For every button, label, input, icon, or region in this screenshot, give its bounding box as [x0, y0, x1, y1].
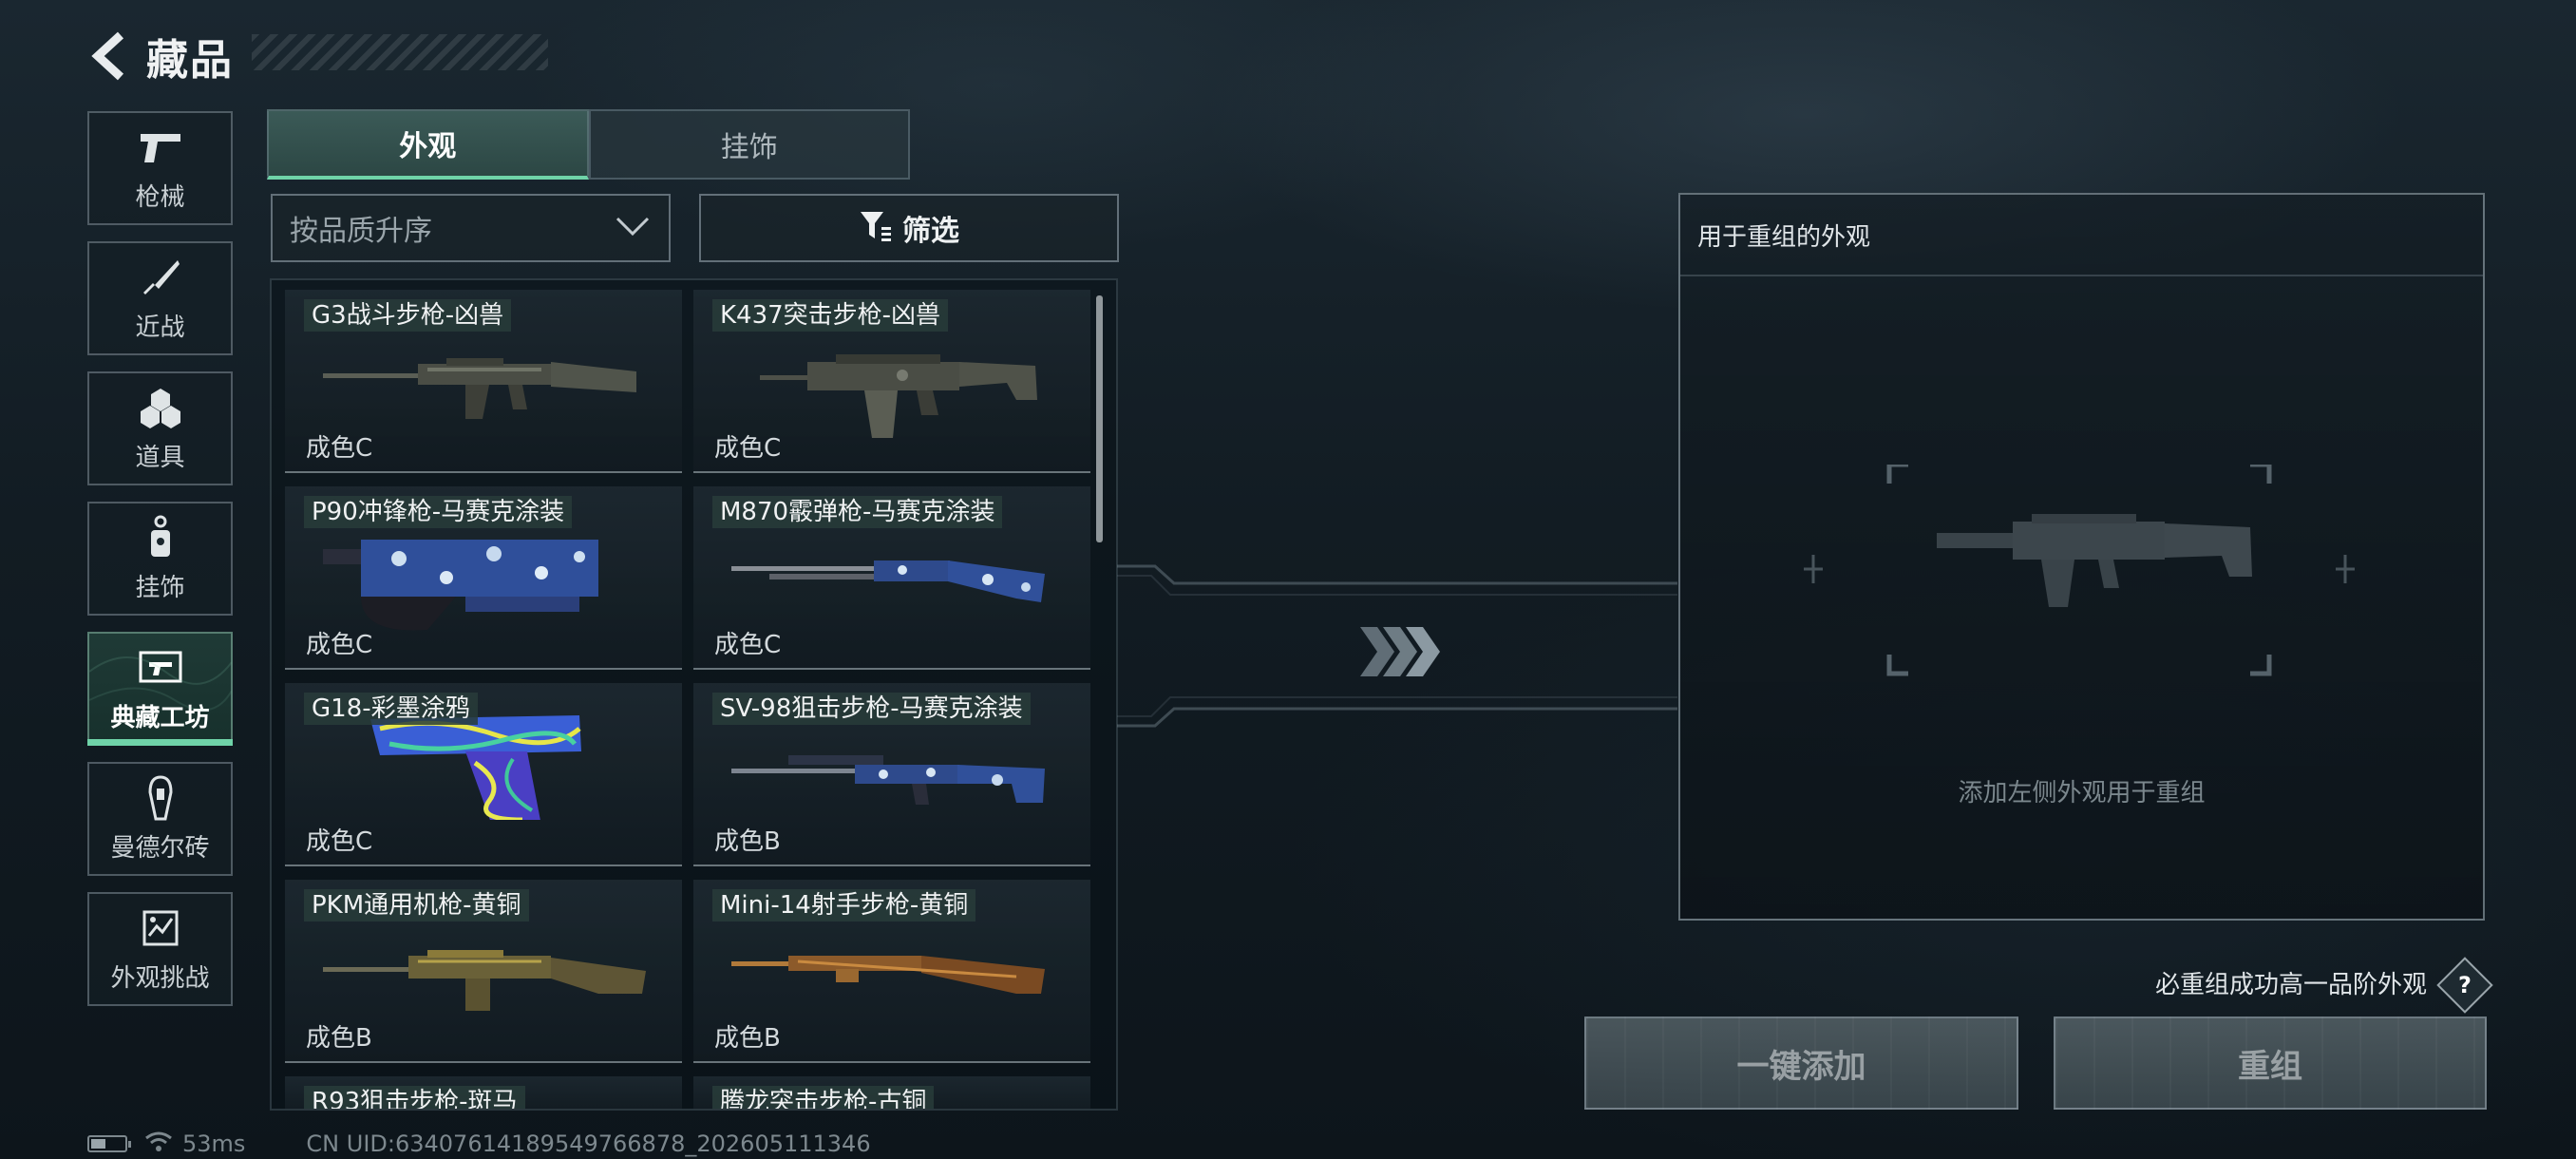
sidebar-item-mandel-brick[interactable]: 曼德尔砖	[87, 762, 233, 876]
sidebar-item-charms[interactable]: 挂饰	[87, 502, 233, 616]
screen: 藏品 枪械 近战 道具 挂饰 典藏工坊 曼德尔砖 外观挑战 外观 挂饰 按品质升…	[0, 0, 2576, 1159]
recombine-panel: 用于重组的外观 添加左侧外观用于重组	[1678, 193, 2485, 921]
skin-name: Mini-14射手步枪-黄铜	[712, 889, 976, 922]
skin-grid: G3战斗步枪-凶兽 成色C K437突击步枪-凶兽 成色C P90冲锋枪-马赛克…	[285, 290, 1090, 1109]
knife-icon	[136, 255, 185, 300]
wifi-icon	[144, 1130, 173, 1157]
sidebar-item-skin-challenge[interactable]: 外观挑战	[87, 892, 233, 1006]
grid-scrollbar[interactable]	[1096, 295, 1103, 542]
sidebar-item-items[interactable]: 道具	[87, 371, 233, 485]
sidebar-item-label: 曼德尔砖	[110, 833, 210, 863]
sidebar-item-label: 枪械	[135, 182, 185, 212]
recombine-button[interactable]: 重组	[2054, 1016, 2487, 1110]
skin-grid-panel: G3战斗步枪-凶兽 成色C K437突击步枪-凶兽 成色C P90冲锋枪-马赛克…	[270, 278, 1118, 1111]
skin-grade: 成色B	[714, 1024, 781, 1053]
recombine-header: 用于重组的外观	[1680, 195, 2483, 276]
recombine-hint: 添加左侧外观用于重组	[1958, 779, 2206, 808]
header: 藏品	[85, 23, 234, 89]
sidebar-item-guns[interactable]: 枪械	[87, 111, 233, 225]
challenge-icon	[136, 905, 185, 951]
skin-card[interactable]: G18-彩墨涂鸦 成色C	[285, 683, 682, 866]
ping-value: 53ms	[182, 1130, 246, 1157]
sidebar-item-label: 外观挑战	[110, 963, 210, 993]
m870-shotgun-image	[731, 560, 1045, 602]
uid-text: CN UID:6340761418954976687​8_20260511134…	[306, 1130, 871, 1157]
skin-grade: 成色C	[306, 827, 373, 856]
skin-card[interactable]: SV-98狙击步枪-马赛克涂装 成色B	[693, 683, 1090, 866]
skin-grade: 成色C	[306, 434, 373, 463]
skin-name: R93狙击步枪-斑马	[304, 1086, 525, 1109]
skin-grade: 成色C	[306, 631, 373, 659]
sidebar-item-workshop[interactable]: 典藏工坊	[87, 632, 233, 746]
skin-card[interactable]: K437突击步枪-凶兽 成色C	[693, 290, 1090, 473]
tab-skins[interactable]: 外观	[267, 109, 589, 180]
sidebar-item-label: 道具	[135, 443, 185, 472]
question-mark-icon: ?	[2458, 971, 2472, 998]
skin-card[interactable]: PKM通用机枪-黄铜 成色B	[285, 880, 682, 1063]
battery-level	[91, 1139, 106, 1149]
category-tabs: 外观 挂饰	[267, 109, 910, 180]
skin-name: G18-彩墨涂鸦	[304, 693, 478, 725]
sv98-sniper-image	[731, 755, 1045, 805]
skin-grade: 成色C	[714, 631, 782, 659]
skin-name: M870霰弹枪-马赛克涂装	[712, 496, 1003, 528]
chevron-down-icon	[614, 215, 652, 241]
charm-icon	[136, 515, 185, 560]
skin-name: PKM通用机枪-黄铜	[304, 889, 529, 922]
skin-card[interactable]: Mini-14射手步枪-黄铜 成色B	[693, 880, 1090, 1063]
status-bar: 53ms CN UID:6340761418954976687​8_202605…	[87, 1130, 871, 1157]
title-decoration	[252, 34, 548, 70]
skin-name: P90冲锋枪-马赛克涂装	[304, 496, 573, 528]
placeholder-rifle-icon	[1804, 465, 2355, 676]
filter-icon	[859, 210, 893, 246]
skin-grade: 成色C	[714, 434, 782, 463]
skin-card[interactable]: 腾龙突击步枪-古铜	[693, 1076, 1090, 1109]
back-arrow-icon[interactable]	[85, 29, 133, 83]
skin-name: 腾龙突击步枪-古铜	[712, 1086, 935, 1109]
brick-icon	[136, 774, 185, 821]
skin-card[interactable]: G3战斗步枪-凶兽 成色C	[285, 290, 682, 473]
page-title: 藏品	[146, 36, 234, 85]
filter-button[interactable]: 筛选	[699, 194, 1119, 262]
tab-charms[interactable]: 挂饰	[588, 109, 910, 180]
pistol-icon	[136, 124, 185, 170]
recombine-info: 必重组成功高一品阶外观	[2154, 971, 2427, 999]
mini14-rifle-image	[731, 956, 1045, 994]
recombine-title: 用于重组的外观	[1697, 222, 1871, 252]
k437-rifle-image	[760, 354, 1037, 438]
recombine-slot[interactable]: 添加左侧外观用于重组	[1680, 275, 2483, 919]
battery-icon	[87, 1135, 131, 1152]
sidebar: 枪械 近战 道具 挂饰 典藏工坊 曼德尔砖 外观挑战	[87, 111, 235, 1022]
filter-label: 筛选	[902, 215, 959, 248]
sidebar-item-label: 挂饰	[135, 573, 185, 602]
skin-name: G3战斗步枪-凶兽	[304, 299, 512, 332]
sort-dropdown[interactable]: 按品质升序	[271, 194, 671, 262]
flow-connector	[1117, 564, 1677, 728]
g3-rifle-image	[323, 358, 636, 419]
skin-grade: 成色B	[306, 1024, 372, 1053]
sidebar-item-label: 近战	[135, 313, 185, 342]
skin-name: SV-98狙击步枪-马赛克涂装	[712, 693, 1031, 725]
pkm-machinegun-image	[323, 950, 646, 1011]
skin-grade: 成色B	[714, 827, 781, 856]
help-button[interactable]: ?	[2436, 957, 2493, 1014]
sidebar-item-melee[interactable]: 近战	[87, 241, 233, 355]
grenades-icon	[136, 385, 185, 430]
workshop-background-pattern	[89, 656, 232, 712]
skin-card[interactable]: M870霰弹枪-马赛克涂装 成色C	[693, 486, 1090, 670]
skin-card[interactable]: P90冲锋枪-马赛克涂装 成色C	[285, 486, 682, 670]
skin-card[interactable]: R93狙击步枪-斑马	[285, 1076, 682, 1109]
skin-name: K437突击步枪-凶兽	[712, 299, 949, 332]
add-all-button[interactable]: 一键添加	[1584, 1016, 2018, 1110]
arrow-forward-icon	[1360, 627, 1440, 676]
sort-value: 按品质升序	[290, 215, 432, 248]
